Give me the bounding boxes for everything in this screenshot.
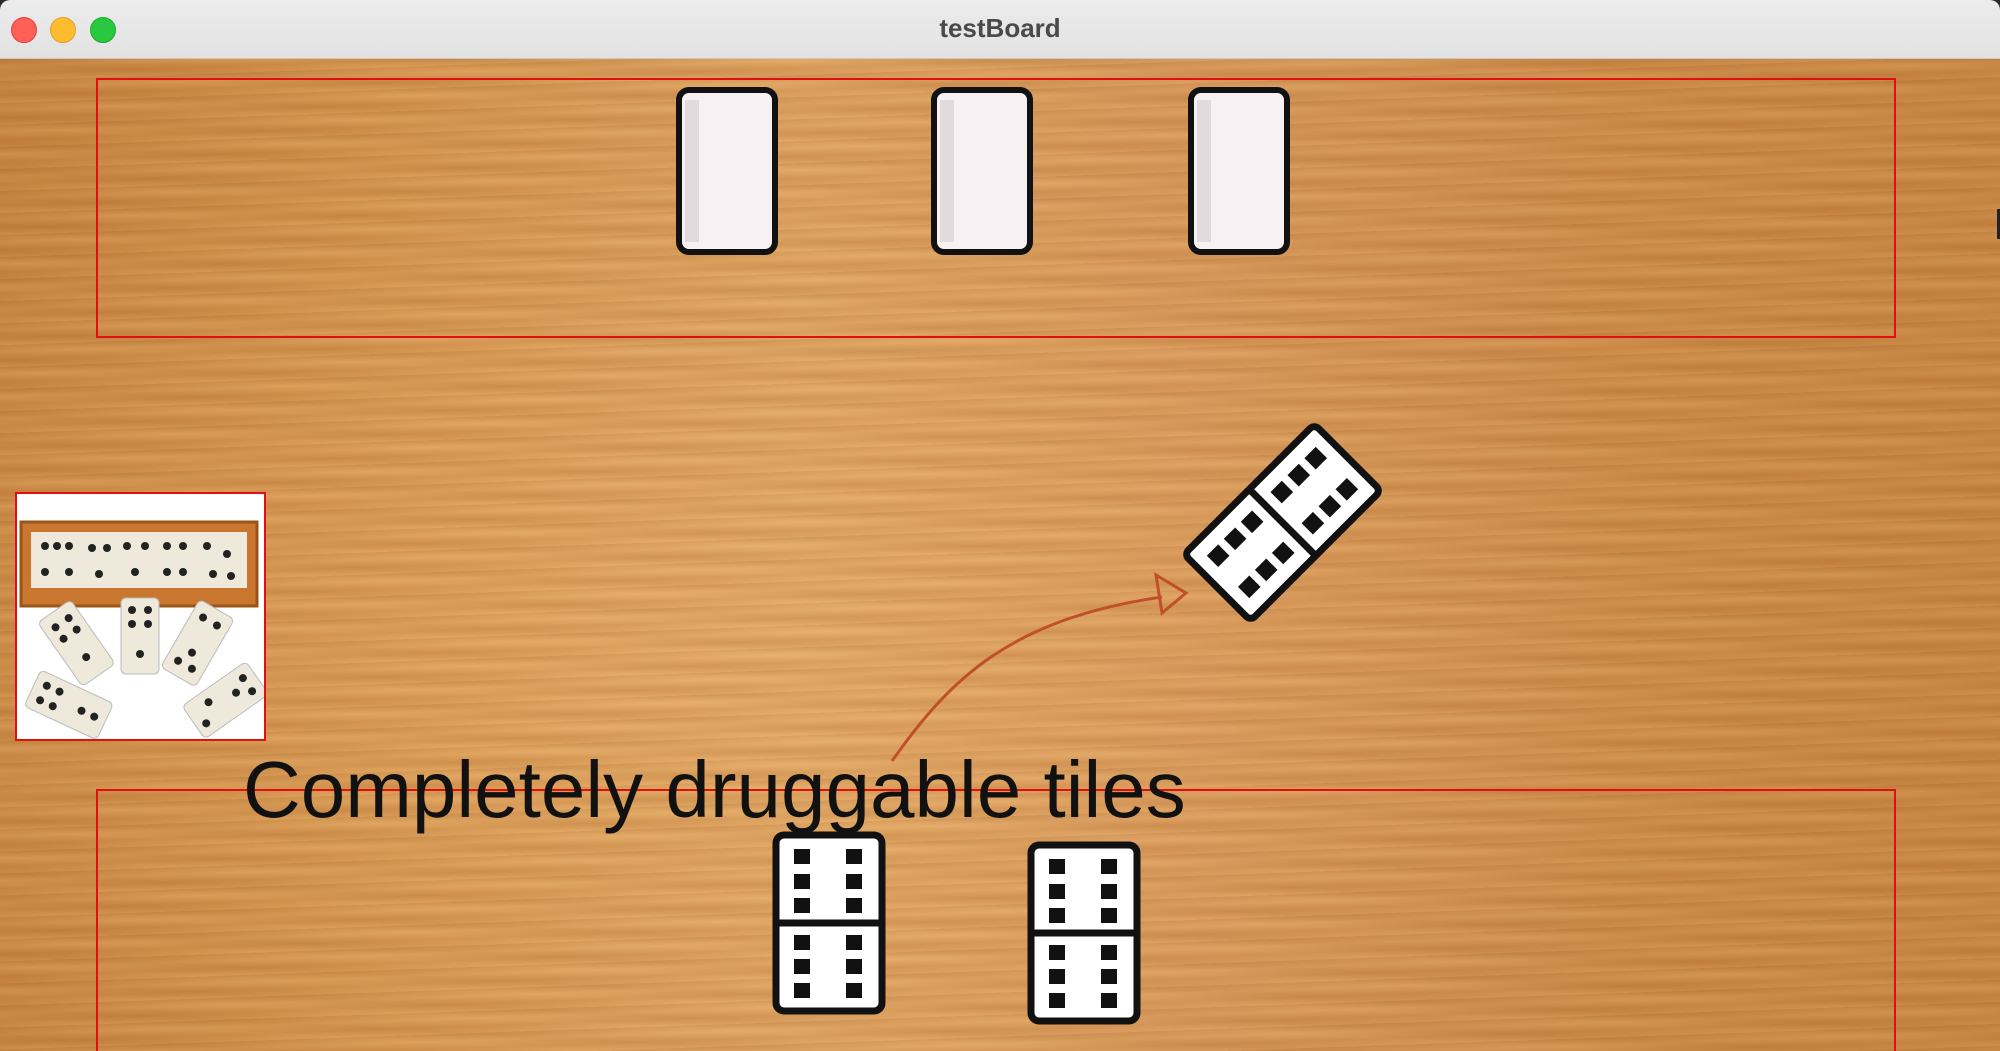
player-domino-tile[interactable] bbox=[1027, 841, 1141, 1025]
face-down-tile[interactable] bbox=[675, 86, 779, 256]
title-bar[interactable]: testBoard bbox=[0, 0, 2000, 59]
app-window: testBoard Completely druggable tiles bbox=[0, 0, 2000, 1051]
game-board: Completely druggable tiles bbox=[0, 59, 2000, 1051]
player-domino-tile[interactable] bbox=[772, 831, 886, 1015]
face-down-tile[interactable] bbox=[1187, 86, 1291, 256]
dragged-domino-tile[interactable] bbox=[1175, 415, 1390, 630]
drag-arrow-icon bbox=[890, 572, 1189, 762]
face-down-tile[interactable] bbox=[930, 86, 1034, 256]
window-title: testBoard bbox=[939, 13, 1061, 43]
domino-set-image bbox=[15, 492, 268, 741]
caption-text: Completely druggable tiles bbox=[243, 745, 1186, 834]
